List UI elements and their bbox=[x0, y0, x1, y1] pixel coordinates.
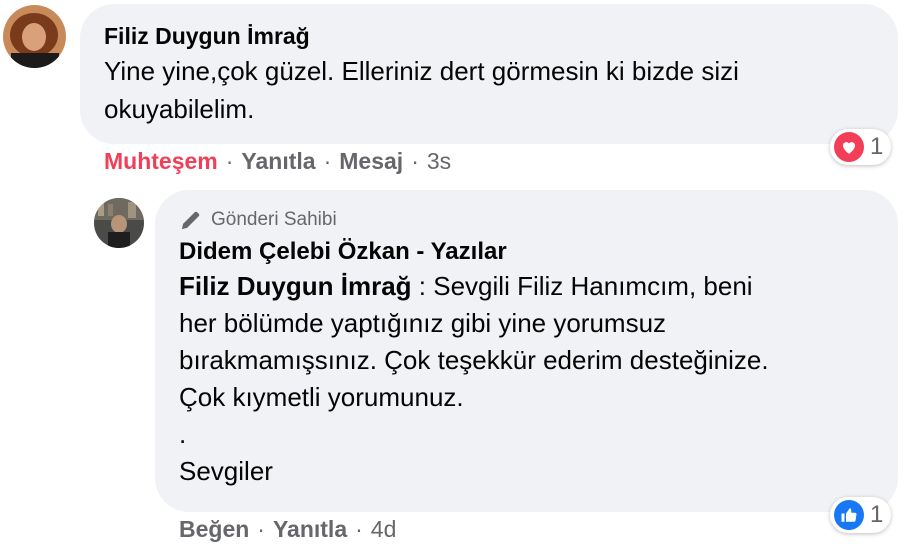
badge-label: Gönderi Sahibi bbox=[211, 209, 337, 230]
reply-text-line: her bölümde yaptığınız gibi yine yorumsu… bbox=[179, 308, 667, 338]
heart-icon bbox=[834, 132, 864, 162]
commenter-avatar[interactable] bbox=[3, 5, 66, 68]
timestamp[interactable]: 3s bbox=[427, 148, 451, 175]
reply-text-line: Filiz Duygun İmrağ : Sevgili Filiz Hanım… bbox=[179, 271, 753, 301]
reply-text-line: . bbox=[179, 419, 187, 449]
comment-text: Yine yine,çok güzel. Elleriniz dert görm… bbox=[104, 52, 874, 128]
reply-text: Filiz Duygun İmrağ : Sevgili Filiz Hanım… bbox=[179, 268, 874, 490]
reaction-count-badge[interactable]: 1 bbox=[830, 497, 892, 533]
reply-author[interactable]: Didem Çelebi Özkan - Yazılar bbox=[179, 236, 874, 268]
comment-text-line: okuyabilelim. bbox=[104, 94, 255, 124]
separator: · bbox=[411, 148, 419, 174]
like-button[interactable]: Beğen bbox=[179, 516, 249, 543]
pencil-icon bbox=[182, 211, 200, 229]
reaction-count: 1 bbox=[870, 133, 884, 160]
comment-text-line: Yine yine,çok güzel. Elleriniz dert görm… bbox=[104, 56, 739, 86]
reply-actions: Beğen · Yanıtla · 4d bbox=[179, 516, 396, 543]
reply-bubble: Gönderi Sahibi Didem Çelebi Özkan - Yazı… bbox=[155, 190, 898, 512]
separator: · bbox=[257, 516, 265, 542]
reply-button[interactable]: Yanıtla bbox=[241, 148, 315, 175]
separator: · bbox=[323, 148, 332, 174]
reply-text-line: Çok kıymetli yorumunuz. bbox=[179, 382, 464, 412]
comment-author[interactable]: Filiz Duygun İmrağ bbox=[104, 22, 874, 50]
timestamp[interactable]: 4d bbox=[371, 516, 397, 543]
reply-text-line: bırakmamışsınız. Çok teşekkür ederim des… bbox=[179, 345, 769, 375]
reaction-count: 1 bbox=[870, 501, 884, 528]
message-button[interactable]: Mesaj bbox=[339, 148, 403, 175]
post-author-badge: Gönderi Sahibi bbox=[179, 206, 874, 234]
reaction-count-badge[interactable]: 1 bbox=[830, 129, 892, 165]
thumbs-up-icon bbox=[834, 500, 864, 530]
comment-actions: Muhteşem · Yanıtla · Mesaj · 3s bbox=[104, 148, 451, 175]
mention-link[interactable]: Filiz Duygun İmrağ bbox=[179, 271, 412, 301]
reply-text-line: Sevgiler bbox=[179, 456, 273, 486]
separator: · bbox=[225, 148, 234, 174]
reply-button[interactable]: Yanıtla bbox=[273, 516, 347, 543]
author-avatar[interactable] bbox=[94, 198, 144, 248]
comment-bubble: Filiz Duygun İmrağ Yine yine,çok güzel. … bbox=[80, 4, 898, 144]
separator: · bbox=[355, 516, 363, 542]
reaction-button[interactable]: Muhteşem bbox=[104, 148, 218, 175]
